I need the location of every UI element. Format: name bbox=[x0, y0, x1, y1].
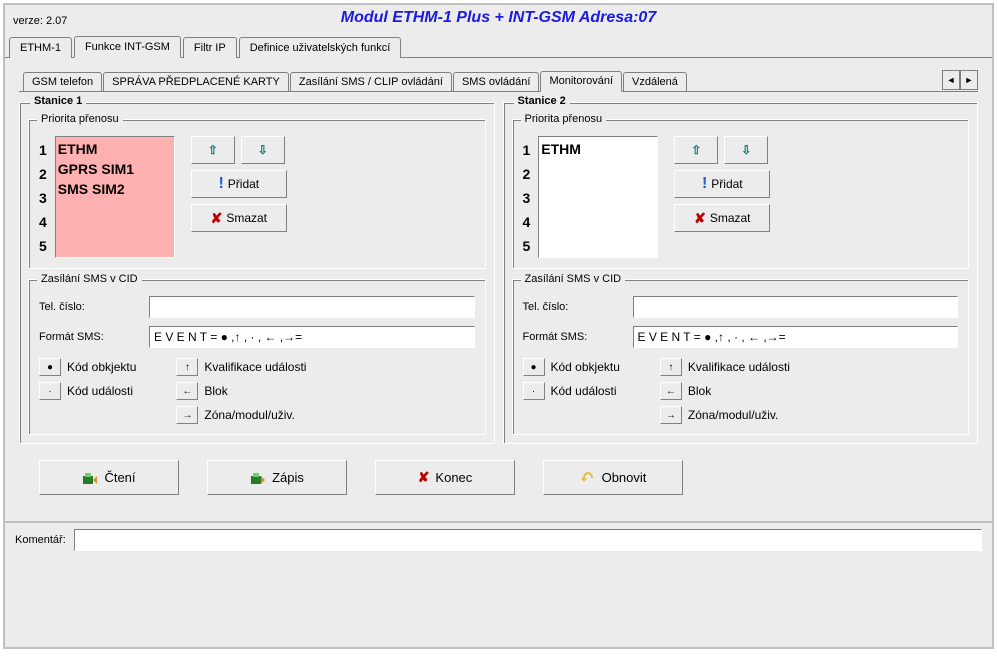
small-dot-icon: · bbox=[39, 382, 61, 400]
station-1-title: Stanice 1 bbox=[30, 95, 86, 107]
close-button[interactable]: ✘ Konec bbox=[375, 460, 515, 495]
station-2-number-column: 1 2 3 4 5 bbox=[523, 136, 531, 258]
station-1-tel-input[interactable] bbox=[149, 296, 475, 318]
arrow-up-icon: ⇧ bbox=[691, 143, 701, 157]
station-1-number-column: 1 2 3 4 5 bbox=[39, 136, 47, 258]
x-icon: ✘ bbox=[211, 210, 223, 227]
tab-ethm1[interactable]: ETHM-1 bbox=[9, 37, 72, 58]
legend-qual: Kvalifikace události bbox=[688, 360, 790, 374]
tab-scroll-right[interactable]: ► bbox=[960, 70, 978, 90]
station-2-tel-label: Tel. číslo: bbox=[523, 301, 623, 313]
inner-tab-sprava-karty[interactable]: SPRÁVA PŘEDPLACENÉ KARTY bbox=[103, 72, 289, 91]
station-1-group: Stanice 1 Priorita přenosu 1 2 3 4 5 ETH… bbox=[19, 102, 495, 444]
legend-obj-code: Kód obkjektu bbox=[67, 360, 136, 374]
read-button[interactable]: Čtení bbox=[39, 460, 179, 495]
station-2-sms-cid-group: Zasílání SMS v CID Tel. číslo: Formát SM… bbox=[512, 279, 970, 435]
station-1-priority-list[interactable]: ETHM GPRS SIM1 SMS SIM2 bbox=[55, 136, 175, 258]
station-2-move-down-button[interactable]: ⇩ bbox=[724, 136, 768, 164]
station-1-move-up-button[interactable]: ⇧ bbox=[191, 136, 235, 164]
arrow-right-small-icon: → bbox=[660, 406, 682, 424]
inner-tab-sms-ovladani[interactable]: SMS ovládání bbox=[453, 72, 539, 91]
tab-funkce-int-gsm[interactable]: Funkce INT-GSM bbox=[74, 36, 181, 58]
station-1-add-button[interactable]: !Přidat bbox=[191, 170, 287, 198]
inner-tab-monitorovani[interactable]: Monitorování bbox=[540, 71, 622, 92]
station-1-delete-button[interactable]: ✘Smazat bbox=[191, 204, 287, 232]
list-item[interactable]: ETHM bbox=[541, 139, 655, 159]
station-2-priority-label: Priorita přenosu bbox=[521, 113, 607, 125]
exclamation-icon: ! bbox=[702, 175, 707, 193]
refresh-icon bbox=[580, 470, 596, 486]
arrow-down-icon: ⇩ bbox=[258, 143, 268, 157]
station-2-format-label: Formát SMS: bbox=[523, 331, 623, 343]
station-2-format-input[interactable] bbox=[633, 326, 959, 348]
station-1-priority-label: Priorita přenosu bbox=[37, 113, 123, 125]
station-2-priority-group: Priorita přenosu 1 2 3 4 5 ETHM bbox=[512, 119, 970, 269]
arrow-up-icon: ⇧ bbox=[208, 143, 218, 157]
station-2-title: Stanice 2 bbox=[514, 95, 570, 107]
tab-scroll-left[interactable]: ◄ bbox=[942, 70, 960, 90]
legend-zone: Zóna/modul/uživ. bbox=[204, 408, 295, 422]
list-item[interactable]: GPRS SIM1 bbox=[58, 159, 172, 179]
refresh-button[interactable]: Obnovit bbox=[543, 460, 683, 495]
list-item[interactable]: ETHM bbox=[58, 139, 172, 159]
arrow-up-small-icon: ↑ bbox=[660, 358, 682, 376]
main-tab-bar: ETHM-1 Funkce INT-GSM Filtr IP Definice … bbox=[5, 35, 992, 58]
write-icon bbox=[250, 470, 266, 486]
read-icon bbox=[82, 470, 98, 486]
dot-icon: ● bbox=[39, 358, 61, 376]
legend-blok: Blok bbox=[688, 384, 711, 398]
station-1-format-input[interactable] bbox=[149, 326, 475, 348]
legend-evt-code: Kód události bbox=[67, 384, 133, 398]
arrow-down-icon: ⇩ bbox=[741, 143, 751, 157]
legend-blok: Blok bbox=[204, 384, 227, 398]
legend-zone: Zóna/modul/uživ. bbox=[688, 408, 779, 422]
legend-evt-code: Kód události bbox=[551, 384, 617, 398]
arrow-right-small-icon: → bbox=[176, 406, 198, 424]
station-2-group: Stanice 2 Priorita přenosu 1 2 3 4 5 ETH… bbox=[503, 102, 979, 444]
tab-definice-funkci[interactable]: Definice uživatelských funkcí bbox=[239, 37, 402, 58]
arrow-left-small-icon: ← bbox=[660, 382, 682, 400]
station-1-sms-cid-group: Zasílání SMS v CID Tel. číslo: Formát SM… bbox=[28, 279, 486, 435]
inner-tab-gsm-telefon[interactable]: GSM telefon bbox=[23, 72, 102, 91]
small-dot-icon: · bbox=[523, 382, 545, 400]
inner-tab-vzdalena[interactable]: Vzdálená bbox=[623, 72, 687, 91]
station-2-add-button[interactable]: !Přidat bbox=[674, 170, 770, 198]
comment-label: Komentář: bbox=[15, 534, 66, 546]
inner-tab-zasilani-sms-clip[interactable]: Zasílání SMS / CLIP ovládání bbox=[290, 72, 452, 91]
write-button[interactable]: Zápis bbox=[207, 460, 347, 495]
dot-icon: ● bbox=[523, 358, 545, 376]
station-1-sms-cid-label: Zasílání SMS v CID bbox=[37, 273, 142, 285]
station-1-move-down-button[interactable]: ⇩ bbox=[241, 136, 285, 164]
tab-filtr-ip[interactable]: Filtr IP bbox=[183, 37, 237, 58]
station-1-tel-label: Tel. číslo: bbox=[39, 301, 139, 313]
comment-input[interactable] bbox=[74, 529, 982, 551]
list-item[interactable]: SMS SIM2 bbox=[58, 179, 172, 199]
x-icon: ✘ bbox=[694, 210, 706, 227]
exclamation-icon: ! bbox=[218, 175, 223, 193]
station-2-priority-list[interactable]: ETHM bbox=[538, 136, 658, 258]
inner-tab-bar: GSM telefon SPRÁVA PŘEDPLACENÉ KARTY Zas… bbox=[19, 70, 978, 92]
station-1-format-label: Formát SMS: bbox=[39, 331, 139, 343]
arrow-up-small-icon: ↑ bbox=[176, 358, 198, 376]
station-2-sms-cid-label: Zasílání SMS v CID bbox=[521, 273, 626, 285]
station-2-tel-input[interactable] bbox=[633, 296, 959, 318]
station-2-move-up-button[interactable]: ⇧ bbox=[674, 136, 718, 164]
arrow-left-small-icon: ← bbox=[176, 382, 198, 400]
station-2-delete-button[interactable]: ✘Smazat bbox=[674, 204, 770, 232]
legend-obj-code: Kód obkjektu bbox=[551, 360, 620, 374]
x-icon: ✘ bbox=[418, 469, 430, 486]
legend-qual: Kvalifikace události bbox=[204, 360, 306, 374]
station-1-priority-group: Priorita přenosu 1 2 3 4 5 ETHM GPRS SIM… bbox=[28, 119, 486, 269]
